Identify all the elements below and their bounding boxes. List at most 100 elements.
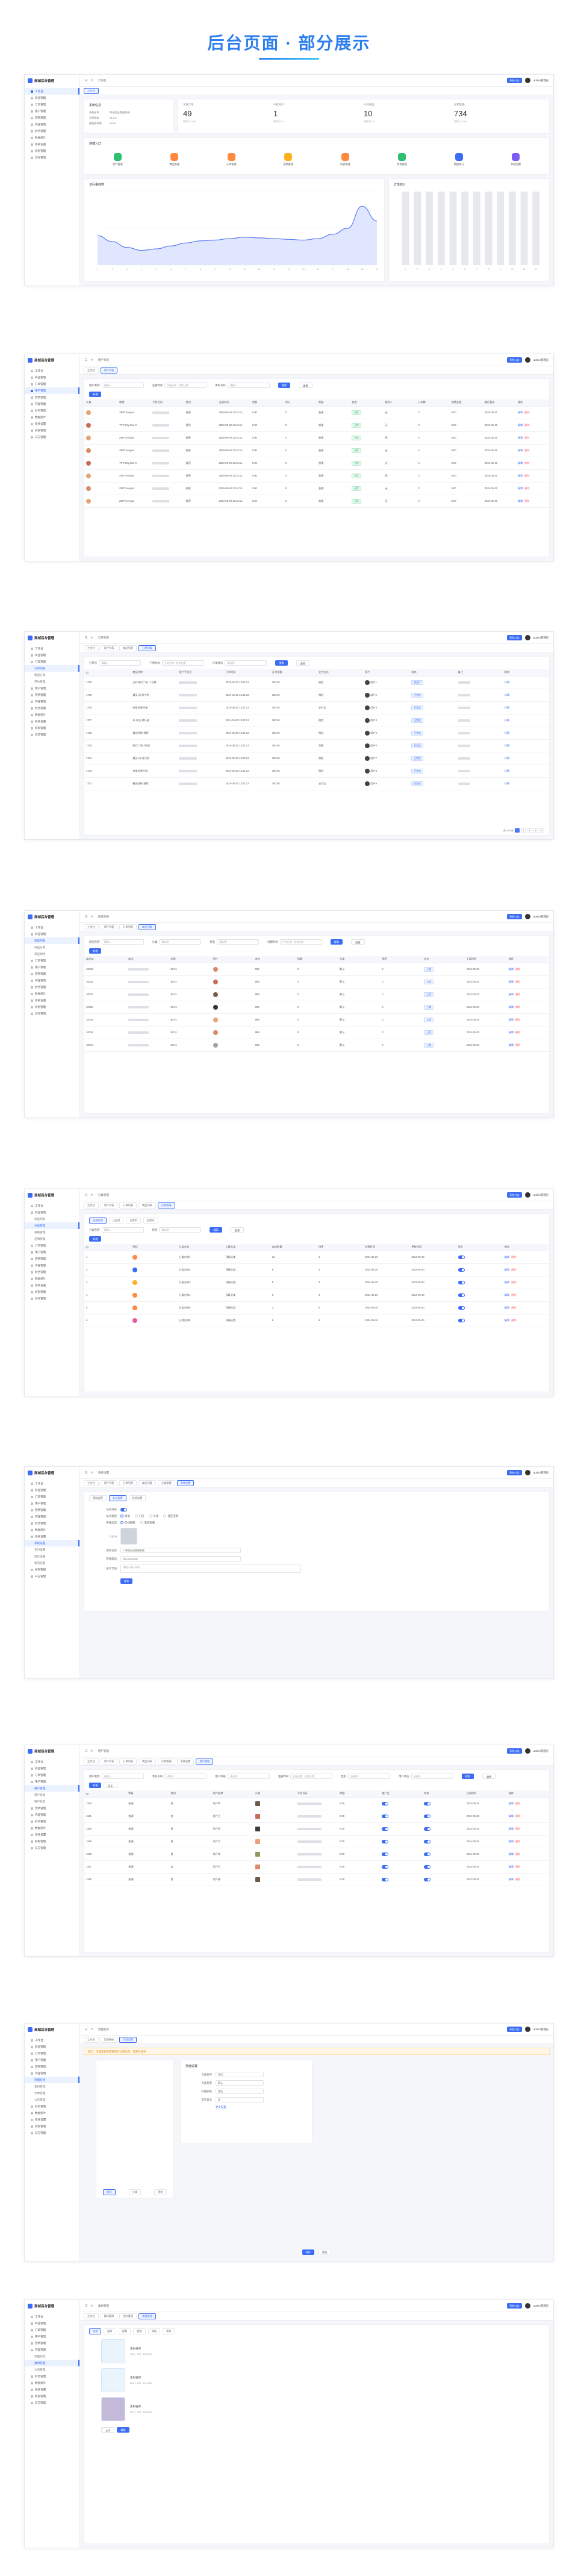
search-button[interactable]: 搜索	[461, 1774, 474, 1779]
user-avatar[interactable]	[524, 357, 530, 363]
sidebar-item[interactable]: 权限管理	[25, 2123, 79, 2130]
sidebar-subitem[interactable]: 支付设置	[25, 1546, 79, 1553]
filter-input[interactable]: 请输入	[99, 660, 141, 666]
edit-link[interactable]: 编辑	[505, 1268, 509, 1271]
edit-link[interactable]: 编辑	[505, 1319, 509, 1322]
delete-link[interactable]: 删除	[515, 1827, 520, 1830]
sidebar-item[interactable]: 系统设置	[25, 1831, 79, 1838]
field-input[interactable]: 首页	[216, 2072, 264, 2077]
table-row[interactable]: TP·Party.Nan·0 保密 2024-05-20 13:42:12 0.00 0…	[84, 419, 549, 432]
table-row[interactable]: 1706 精选好物·推荐 2024-05-20 13:42:12 180.00 微信 用…	[84, 727, 549, 740]
status-toggle[interactable]	[424, 1814, 431, 1818]
phone-tab[interactable]: 我的	[154, 2189, 167, 2195]
table-row[interactable]: ZBPTAeeyaa 保密 2024-05-20 13:42:12 0.00 0 普通 正常…	[84, 406, 549, 419]
table-row[interactable]: 1161 普通 女 用户乙 0.00 2024-05-20 编辑 删除	[84, 1810, 549, 1823]
table-row[interactable]: 1705 时代广场·3号楼 2024-05-20 13:42:12 180.00 余额 …	[84, 739, 549, 752]
app-logo[interactable]: 商城后台管理	[25, 75, 79, 87]
menu-toggle-icon[interactable]: ☰	[85, 1749, 87, 1753]
refresh-icon[interactable]: ⟳	[90, 1471, 93, 1475]
search-button[interactable]: 搜索	[330, 939, 343, 945]
edit-link[interactable]: 编辑	[505, 1293, 509, 1296]
edit-link[interactable]: 编辑	[518, 424, 523, 427]
page-tab[interactable]: 订单列表	[119, 1202, 137, 1208]
sidebar-item[interactable]: 财务管理	[25, 1818, 79, 1825]
page-tab[interactable]: 素材管理	[100, 2313, 118, 2319]
sidebar-item[interactable]: 用户管理	[25, 1249, 79, 1255]
search-button[interactable]: 搜索	[275, 660, 288, 666]
filter-input[interactable]: 开始日期 - 结束日期	[164, 383, 207, 388]
edit-link[interactable]: 编辑	[509, 1018, 514, 1021]
material-item[interactable]: 素材名称 200 × 200 · 12.5 KB	[101, 2339, 544, 2363]
sidebar-item[interactable]: 用户管理	[25, 2057, 79, 2063]
search-button[interactable]: 搜索	[210, 1227, 222, 1233]
page-tab[interactable]: 用户列表	[100, 645, 118, 651]
user-avatar[interactable]	[524, 2303, 530, 2309]
user-name[interactable]: admin管理员	[533, 2304, 548, 2308]
sidebar-item[interactable]: 权限管理	[25, 1838, 79, 1845]
filter-input[interactable]: 请选择	[348, 1774, 391, 1779]
sidebar-subitem[interactable]: 短信设置	[25, 1553, 79, 1560]
quick-entry[interactable]: 财务管理	[397, 153, 407, 166]
user-avatar[interactable]	[524, 1748, 530, 1754]
add-button[interactable]: 新增	[89, 392, 102, 397]
user-name[interactable]: admin管理员	[533, 79, 548, 83]
table-row[interactable]: 10019 ¥0.01 999 0 默认 0 上架 2024-05-20 编辑 删除	[84, 1013, 549, 1027]
filter-input[interactable]: 请输入	[101, 383, 144, 388]
delete-link[interactable]: 删除	[515, 1852, 520, 1855]
sidebar-item[interactable]: 数据统计	[25, 1275, 79, 1282]
sidebar-item[interactable]: 权限管理	[25, 725, 79, 731]
visible-toggle[interactable]	[458, 1293, 465, 1297]
footer-button[interactable]: 保存	[302, 2249, 314, 2255]
delete-link[interactable]: 删除	[511, 1281, 516, 1284]
page-tab[interactable]: 订单列表	[119, 1480, 137, 1486]
text-field[interactable]: © 商城后台管理系统	[120, 1548, 241, 1553]
edit-link[interactable]: 编辑	[509, 1827, 514, 1830]
page-tab[interactable]: 订单列表	[119, 924, 137, 930]
page-number[interactable]: 2	[521, 828, 526, 833]
sidebar-subitem[interactable]: 品牌管理	[25, 1236, 79, 1242]
sidebar-item[interactable]: 用户管理	[25, 387, 79, 394]
sidebar-item[interactable]: 商品管理	[25, 1765, 79, 1772]
page-number[interactable]: 3	[527, 828, 532, 833]
delete-link[interactable]: 删除	[524, 461, 529, 464]
filter-input[interactable]: 请选择	[159, 1227, 202, 1233]
sidebar-item[interactable]: 系统设置	[25, 997, 79, 1004]
sidebar-item[interactable]: 内容管理	[25, 1812, 79, 1818]
delete-link[interactable]: 删除	[511, 1268, 516, 1271]
app-logo[interactable]: 商城后台管理	[25, 354, 79, 366]
sidebar-item[interactable]: 财务管理	[25, 2103, 79, 2110]
sidebar-item[interactable]: 内容管理	[25, 1262, 79, 1269]
search-button[interactable]: 搜索	[278, 383, 291, 388]
edit-link[interactable]: 编辑	[509, 1865, 514, 1868]
sidebar-item[interactable]: 日志管理	[25, 1010, 79, 1017]
radio-option[interactable]: 门店	[134, 1515, 144, 1518]
edit-link[interactable]: 编辑	[509, 1815, 514, 1818]
sidebar-item[interactable]: 财务管理	[25, 984, 79, 990]
page-tab[interactable]: 系统设置	[176, 1480, 194, 1486]
sidebar-item[interactable]: 工作台	[25, 2313, 79, 2320]
sidebar-item[interactable]: 系统设置	[25, 1282, 79, 1289]
app-logo[interactable]: 商城后台管理	[25, 2300, 79, 2312]
sidebar-item[interactable]: 财务管理	[25, 1520, 79, 1527]
page-tab[interactable]: 工作台	[84, 2036, 99, 2043]
app-logo[interactable]: 商城后台管理	[25, 632, 79, 644]
sidebar-item[interactable]: 商品管理	[25, 374, 79, 381]
delete-link[interactable]: 删除	[524, 411, 529, 414]
sidebar-subitem[interactable]: 分类管理	[25, 1222, 79, 1229]
sidebar-item[interactable]: 订单管理	[25, 1493, 79, 1500]
sub-tab[interactable]: 支付设置	[108, 1495, 126, 1501]
filter-input[interactable]: 请选择	[217, 939, 259, 945]
field-input[interactable]: 默认	[216, 2080, 264, 2086]
sidebar-subitem[interactable]: 文章管理	[25, 2090, 79, 2096]
sidebar-item[interactable]: 权限管理	[25, 1566, 79, 1573]
sidebar-item[interactable]: 数据统计	[25, 1825, 79, 1831]
menu-toggle-icon[interactable]: ☰	[85, 1193, 87, 1197]
sidebar-item[interactable]: 权限管理	[25, 148, 79, 154]
page-tab[interactable]: 商品列表	[138, 1758, 156, 1765]
table-row[interactable]: ZBPTAeeyaa 保密 2024-05-20 13:42:12 0.00 0 普通 正常…	[84, 495, 549, 508]
table-row[interactable]: 2 分类名称2 顶级分类 8 2 2024-05-20 2024-05-20 编辑 删除	[84, 1263, 549, 1277]
footer-button[interactable]: 预览	[318, 2249, 332, 2254]
delete-link[interactable]: 删除	[515, 1865, 520, 1868]
filter-input[interactable]: 请输入	[101, 939, 144, 945]
sidebar-item[interactable]: 营销管理	[25, 1507, 79, 1513]
